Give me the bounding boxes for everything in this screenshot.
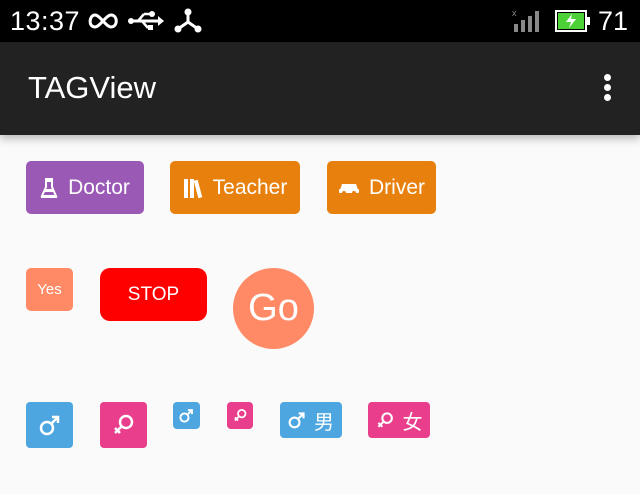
flask-icon [40, 177, 58, 199]
female-icon [112, 413, 136, 437]
tag-label: Driver [369, 175, 425, 199]
tag-male[interactable] [26, 402, 73, 448]
more-vert-icon[interactable] [602, 74, 612, 102]
signal-icon: x [512, 8, 544, 37]
tag-female-small[interactable] [227, 402, 253, 429]
app-bar: TAGView [0, 42, 640, 135]
male-icon [179, 408, 194, 423]
tag-label: Doctor [68, 175, 130, 199]
tag-label: 女 [402, 411, 423, 434]
female-icon [376, 411, 395, 430]
tag-male-small[interactable] [173, 402, 200, 429]
share-icon [174, 8, 202, 39]
usb-icon [128, 11, 164, 36]
tag-stop[interactable]: STOP [100, 268, 207, 321]
battery-percent: 71 [597, 6, 628, 36]
tag-label: Yes [37, 281, 62, 298]
tag-label: 男 [314, 411, 334, 434]
status-bar: 13:37 x 71 [0, 0, 640, 42]
tag-female-text[interactable]: 女 [368, 402, 430, 438]
car-icon [338, 180, 360, 196]
books-icon [183, 177, 205, 199]
tag-doctor[interactable]: Doctor [26, 161, 144, 214]
tag-go[interactable]: Go [233, 268, 314, 349]
tag-yes[interactable]: Yes [26, 268, 73, 311]
male-icon [288, 411, 306, 429]
tag-teacher[interactable]: Teacher [170, 161, 300, 214]
female-icon [233, 408, 248, 423]
status-time: 13:37 [10, 6, 81, 36]
tag-label: Teacher [212, 175, 288, 199]
infinity-icon [86, 10, 120, 37]
tag-male-text[interactable]: 男 [280, 402, 342, 438]
app-title: TAGView [28, 70, 157, 105]
battery-charging-icon [555, 10, 591, 37]
tag-female[interactable] [100, 402, 147, 448]
tag-driver[interactable]: Driver [327, 161, 436, 214]
male-icon [39, 414, 61, 436]
svg-text:x: x [512, 8, 517, 18]
tag-label: STOP [127, 283, 180, 305]
tag-label: Go [248, 287, 299, 329]
